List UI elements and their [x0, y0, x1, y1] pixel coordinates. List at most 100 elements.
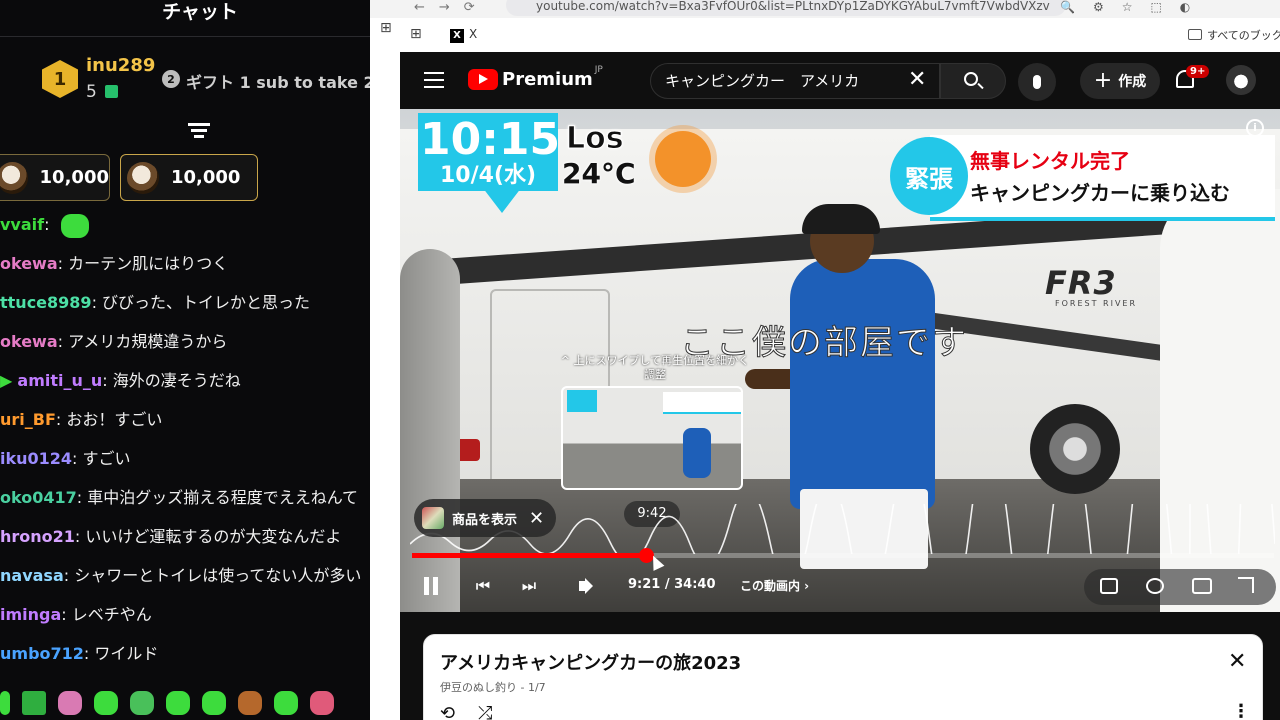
settings-gear-icon[interactable] [1146, 578, 1164, 594]
chat-message: umbo712: ワイルド [0, 634, 370, 673]
emote-icon[interactable] [310, 691, 334, 715]
emote-icon[interactable] [130, 691, 154, 715]
menu-icon[interactable] [424, 72, 444, 93]
colon: : [102, 371, 113, 390]
chat-username[interactable]: uri_BF [0, 410, 56, 429]
close-icon[interactable]: ✕ [529, 508, 544, 529]
emote-icon[interactable] [0, 691, 10, 715]
colon: : [63, 566, 75, 585]
cheer-amount: 10,000 [171, 167, 241, 188]
folder-icon [1188, 29, 1202, 40]
emote-bar [0, 686, 370, 720]
overlay-date: 10/4(水) [439, 163, 537, 188]
seek-preview-thumbnail [561, 386, 743, 490]
time-display: 9:21 / 34:40 [628, 577, 716, 592]
info-icon[interactable]: i [1246, 119, 1264, 137]
apps-grid-icon[interactable]: ⊞ [410, 26, 422, 42]
more-options-icon[interactable]: ⋮ [1232, 701, 1250, 720]
search-input[interactable]: キャンピングカー アメリカ [650, 63, 940, 99]
search-button[interactable] [940, 63, 1006, 99]
colon: : [55, 410, 67, 429]
next-button[interactable]: ⏭ [518, 571, 540, 601]
x-logo-icon: X [450, 29, 464, 43]
playlist-subtitle[interactable]: 伊豆のぬし釣り - 1/7 [440, 679, 546, 695]
url-field[interactable]: youtube.com/watch?v=Bxa3FvfOUr0&list=PLt… [506, 0, 1066, 16]
shuffle-icon[interactable]: ⤮ [478, 703, 492, 720]
rank-2-badge-icon: 2 [162, 70, 180, 88]
theater-mode-icon[interactable] [1192, 578, 1212, 594]
rv-brand-sub: FOREST RIVER [1055, 299, 1138, 308]
chat-title: チャット [162, 1, 238, 23]
playlist-title[interactable]: アメリカキャンピングカーの旅2023 [440, 649, 741, 675]
youtube-logo[interactable]: Premium JP [468, 65, 603, 90]
chat-username[interactable]: iminga [0, 605, 61, 624]
previous-button[interactable]: ⏮ [472, 571, 494, 601]
chat-username[interactable]: umbo712 [0, 644, 84, 663]
gift-icon [104, 85, 118, 98]
emote-icon[interactable] [94, 691, 118, 715]
voice-search-button[interactable] [1018, 63, 1056, 101]
emote-icon[interactable] [274, 691, 298, 715]
chat-message-text: シャワーとトイレは使ってない人が多い [74, 566, 362, 585]
emote-icon[interactable] [58, 691, 82, 715]
top-gifter-name[interactable]: inu289 [86, 55, 155, 76]
chat-message-text: カーテン肌にはりつく [68, 254, 229, 273]
chat-message-list: vvaif: okewa: カーテン肌にはりつく ttuce8989: びびった、… [0, 205, 370, 673]
overlay-temperature: 24°C [562, 157, 636, 190]
colon: : [72, 449, 83, 468]
in-this-video-button[interactable]: この動画内 › [730, 571, 819, 601]
youtube-page: Premium JP キャンピングカー アメリカ ✕ + 作成 9+ FR3 F… [400, 52, 1280, 720]
all-bookmarks[interactable]: すべてのブックマーク [1188, 27, 1280, 43]
bookmark-x-label: X [469, 27, 478, 41]
chat-username[interactable]: amiti_u_u [17, 371, 102, 390]
emote-icon[interactable] [238, 691, 262, 715]
chat-username[interactable]: okewa [0, 254, 58, 273]
emote-icon[interactable] [166, 691, 190, 715]
chat-message: okewa: カーテン肌にはりつく [0, 244, 370, 283]
preview-person [683, 428, 711, 478]
rank-number: 1 [53, 68, 67, 90]
cheer-card[interactable]: 10,000 [120, 154, 258, 201]
chat-username[interactable]: navasa [0, 566, 64, 585]
loop-icon[interactable]: ⟲ [440, 703, 455, 720]
side-grid-icon[interactable]: ⊞ [380, 20, 392, 36]
toolbar-icons[interactable]: 🔍⚙☆⬚◐ [1060, 0, 1208, 14]
cheer-card[interactable]: 10,000 [0, 154, 110, 201]
cheer-amount: 10,000 [39, 167, 109, 188]
chat-username[interactable]: iku0124 [0, 449, 72, 468]
rv-brand: FR3 [1045, 264, 1117, 302]
account-avatar[interactable] [1226, 65, 1256, 95]
progress-played [412, 553, 646, 558]
subtitles-icon[interactable] [1100, 578, 1118, 594]
collapse-icon[interactable] [188, 123, 210, 141]
progress-bar[interactable] [412, 548, 1274, 563]
sun-icon [655, 131, 711, 187]
volume-button[interactable] [574, 571, 598, 601]
clear-search-icon[interactable]: ✕ [908, 65, 926, 95]
emote-icon[interactable] [202, 691, 226, 715]
cheer-avatar [127, 161, 159, 194]
bookmark-x[interactable]: XX [450, 27, 477, 43]
chat-username[interactable]: vvaif [0, 215, 44, 234]
create-button[interactable]: + 作成 [1080, 63, 1160, 99]
chat-username[interactable]: okewa [0, 332, 58, 351]
fullscreen-icon[interactable] [1238, 577, 1254, 593]
pause-button[interactable] [420, 571, 442, 601]
video-player[interactable]: FR3 FOREST RIVER 10:15 10/4(水) Los 24°C … [400, 109, 1280, 612]
chat-username[interactable]: oko0417 [0, 488, 77, 507]
products-label: 商品を表示 [452, 512, 518, 528]
gift-count: 5 [86, 82, 97, 102]
nav-arrows[interactable]: ←→⟳ [414, 0, 489, 15]
chat-username[interactable]: hrono21 [0, 527, 75, 546]
chat-message-text: レベチやん [71, 605, 152, 624]
emote-icon[interactable] [22, 691, 46, 715]
show-products-button[interactable]: 商品を表示 ✕ [414, 499, 557, 537]
chat-username[interactable]: ttuce8989 [0, 293, 92, 312]
close-icon[interactable]: ✕ [1228, 649, 1246, 674]
chat-message-text: いいけど運転するのが大変なんだよ [85, 527, 342, 546]
rv-wheel [1030, 404, 1120, 494]
rank-1-badge-icon: 1 [42, 60, 78, 98]
overlay-time: 10:15 [420, 114, 561, 165]
chat-message-text: 車中泊グッズ揃える程度でええねんて [87, 488, 358, 507]
chat-message: oko0417: 車中泊グッズ揃える程度でええねんて [0, 478, 370, 517]
